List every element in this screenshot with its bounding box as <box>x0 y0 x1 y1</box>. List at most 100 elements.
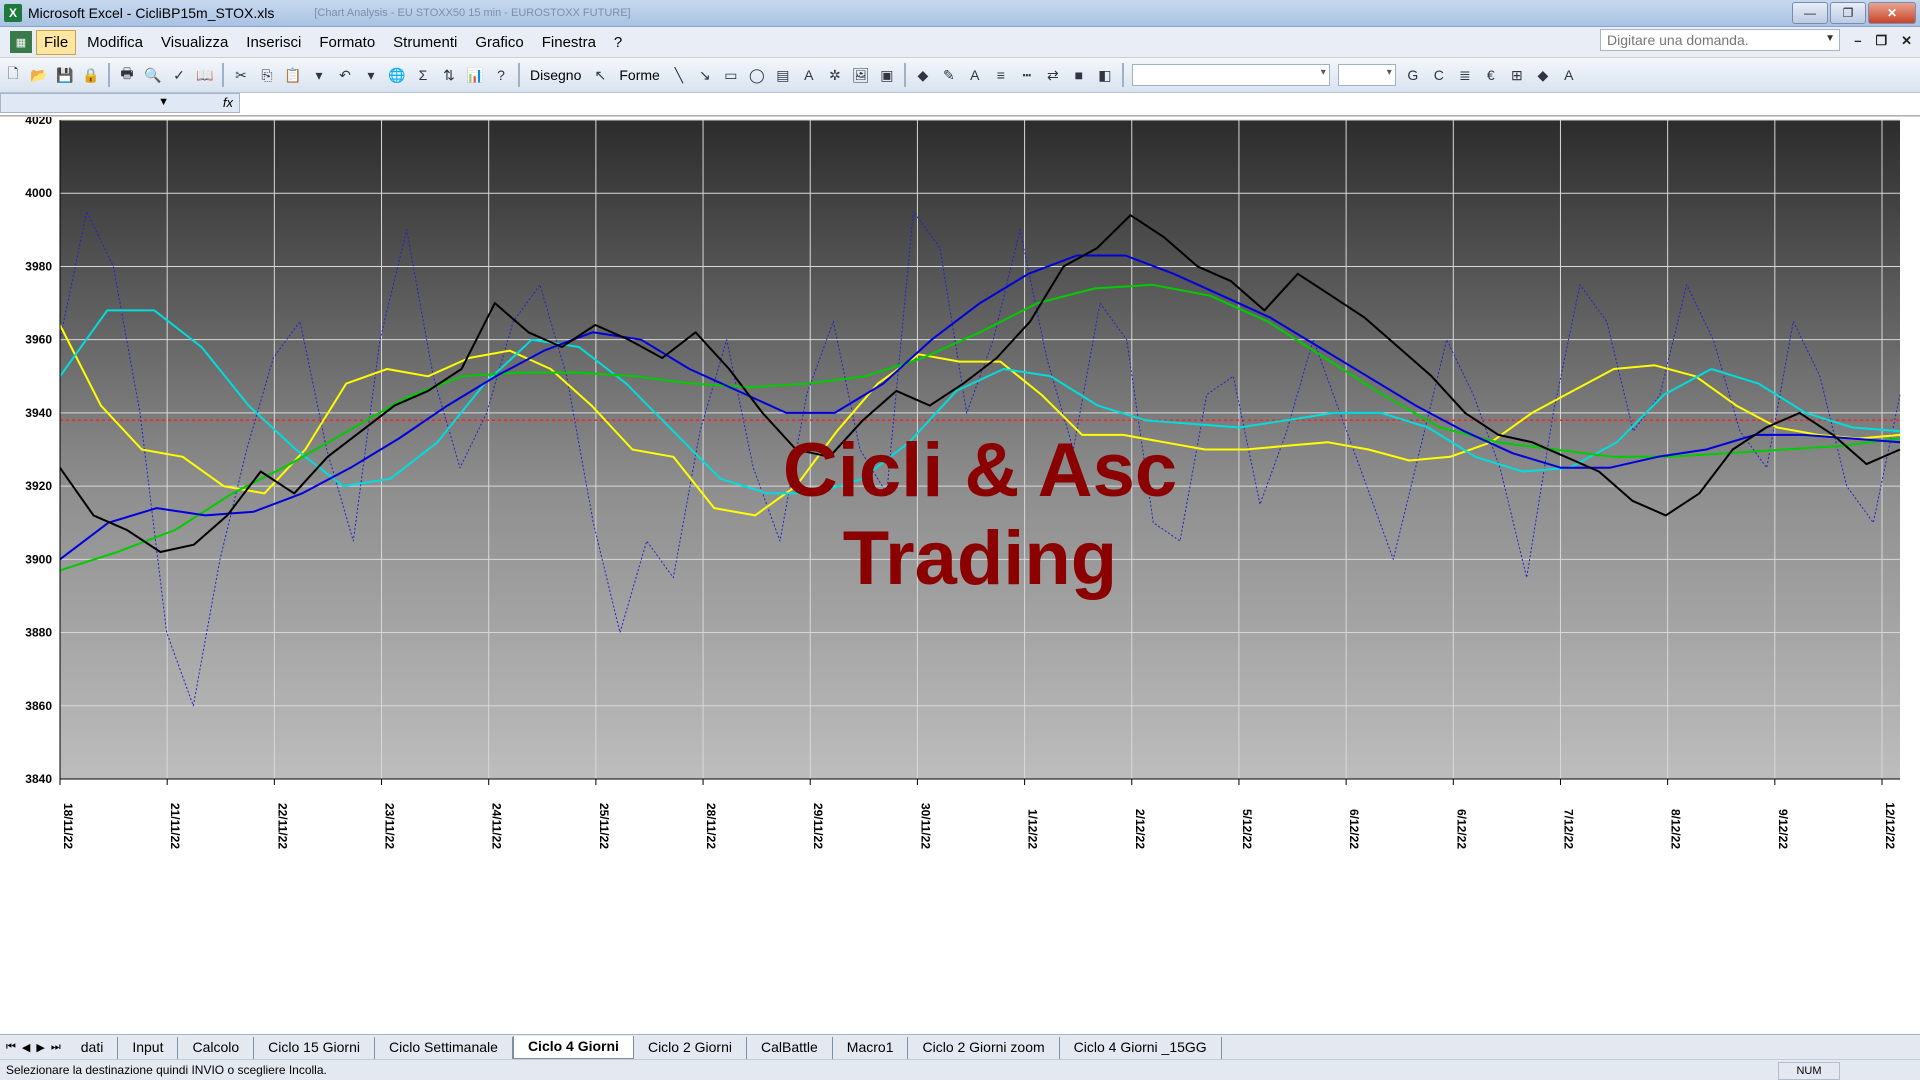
draw-menu-button[interactable]: Disegno <box>524 67 587 83</box>
sort-icon[interactable]: ⇅ <box>438 64 460 86</box>
arrow-tool-icon[interactable]: ↘ <box>694 64 716 86</box>
permission-icon[interactable]: 🔒 <box>80 64 102 86</box>
borders-icon[interactable]: ⊞ <box>1506 64 1528 86</box>
toolbar-separator <box>108 63 110 87</box>
oval-tool-icon[interactable]: ◯ <box>746 64 768 86</box>
print-icon[interactable]: 🖶 <box>116 64 138 86</box>
x-tick-label: 9/12/22 <box>1776 809 1790 849</box>
prev-sheet-icon[interactable]: ◀ <box>22 1041 30 1054</box>
dash-style-icon[interactable]: ┅ <box>1016 64 1038 86</box>
wordart-icon[interactable]: A <box>798 64 820 86</box>
menu-help[interactable]: ? <box>607 31 629 54</box>
tab-ciclo-settimanale[interactable]: Ciclo Settimanale <box>375 1037 513 1059</box>
workbook-close-icon[interactable]: ✕ <box>1901 33 1912 49</box>
research-icon[interactable]: 📖 <box>194 64 216 86</box>
tab-calcolo[interactable]: Calcolo <box>178 1037 255 1059</box>
workbook-restore-icon[interactable]: ❐ <box>1875 33 1887 49</box>
autoshapes-menu-button[interactable]: Forme <box>613 67 665 83</box>
chart-area[interactable]: 3840 3860 3880 3900 3920 3940 3960 3980 4000 4020… <box>0 117 1920 1034</box>
font-color-icon[interactable]: A <box>964 64 986 86</box>
price-chart[interactable]: 3840 3860 3880 3900 3920 3940 3960 3980 4000 4020… <box>0 117 1920 1034</box>
picture-icon[interactable]: ▣ <box>876 64 898 86</box>
autosum-icon[interactable]: Σ <box>412 64 434 86</box>
bold-icon[interactable]: G <box>1402 64 1424 86</box>
chevron-down-icon[interactable]: ▼ <box>1825 33 1835 44</box>
ask-question-input[interactable]: Digitare una domanda. ▼ <box>1600 29 1840 51</box>
tab-ciclo-2-giorni-zoom[interactable]: Ciclo 2 Giorni zoom <box>908 1037 1060 1059</box>
x-tick-label: 29/11/22 <box>811 803 825 849</box>
x-tick-label: 23/11/22 <box>383 803 397 849</box>
last-sheet-icon[interactable]: ⏭ <box>51 1041 61 1054</box>
title-bar: X Microsoft Excel - CicliBP15m_STOX.xls … <box>0 0 1920 27</box>
3d-icon[interactable]: ◧ <box>1094 64 1116 86</box>
text-color-icon[interactable]: A <box>1558 64 1580 86</box>
line-style-icon[interactable]: ≡ <box>990 64 1012 86</box>
tab-ciclo-2-giorni[interactable]: Ciclo 2 Giorni <box>634 1037 747 1059</box>
minimize-icon[interactable]: — <box>1792 2 1828 24</box>
workbook-controls: – ❐ ✕ <box>1854 33 1912 49</box>
print-preview-icon[interactable]: 🔍 <box>142 64 164 86</box>
standard-toolbar: 🗋 📂 💾 🔒 🖶 🔍 ✓ 📖 ✂ ⎘ 📋 ▾ ↶ ▾ 🌐 Σ ⇅ 📊 ? Di… <box>0 58 1920 93</box>
rectangle-tool-icon[interactable]: ▭ <box>720 64 742 86</box>
spelling-icon[interactable]: ✓ <box>168 64 190 86</box>
menu-visualizza[interactable]: Visualizza <box>154 31 235 54</box>
tab-ciclo-15-giorni[interactable]: Ciclo 15 Giorni <box>254 1037 375 1059</box>
line-color-icon[interactable]: ✎ <box>938 64 960 86</box>
redo-icon[interactable]: ▾ <box>360 64 382 86</box>
name-box[interactable]: ▼ fx <box>0 93 240 113</box>
textbox-tool-icon[interactable]: ▤ <box>772 64 794 86</box>
help-icon[interactable]: ? <box>490 64 512 86</box>
menu-grafico[interactable]: Grafico <box>468 31 530 54</box>
function-icon[interactable]: fx <box>223 95 233 110</box>
tab-macro1[interactable]: Macro1 <box>833 1037 909 1059</box>
fill-color-icon[interactable]: ◆ <box>912 64 934 86</box>
undo-icon[interactable]: ↶ <box>334 64 356 86</box>
save-icon[interactable]: 💾 <box>54 64 76 86</box>
arrow-style-icon[interactable]: ⇄ <box>1042 64 1064 86</box>
close-icon[interactable]: ✕ <box>1868 2 1916 24</box>
line-tool-icon[interactable]: ╲ <box>668 64 690 86</box>
menu-finestra[interactable]: Finestra <box>535 31 603 54</box>
x-tick-label: 7/12/22 <box>1561 809 1575 849</box>
y-tick-label: 4020 <box>25 117 52 127</box>
format-painter-icon[interactable]: ▾ <box>308 64 330 86</box>
new-file-icon[interactable]: 🗋 <box>2 64 24 86</box>
chevron-down-icon[interactable]: ▼ <box>158 96 169 108</box>
status-message: Selezionare la destinazione quindi INVIO… <box>6 1063 327 1077</box>
workbook-minimize-icon[interactable]: – <box>1854 33 1861 49</box>
menu-file[interactable]: File <box>36 29 77 55</box>
menu-inserisci[interactable]: Inserisci <box>239 31 308 54</box>
cut-icon[interactable]: ✂ <box>230 64 252 86</box>
x-tick-label: 30/11/22 <box>918 803 932 849</box>
shadow-icon[interactable]: ■ <box>1068 64 1090 86</box>
italic-icon[interactable]: C <box>1428 64 1450 86</box>
hyperlink-icon[interactable]: 🌐 <box>386 64 408 86</box>
x-tick-label: 8/12/22 <box>1669 809 1683 849</box>
first-sheet-icon[interactable]: ⏮ <box>6 1041 16 1054</box>
fill-bucket-icon[interactable]: ◆ <box>1532 64 1554 86</box>
diagram-icon[interactable]: ✲ <box>824 64 846 86</box>
tab-calbattle[interactable]: CalBattle <box>747 1037 833 1059</box>
tab-ciclo-4-giorni-15gg[interactable]: Ciclo 4 Giorni _15GG <box>1060 1037 1222 1059</box>
copy-icon[interactable]: ⎘ <box>256 64 278 86</box>
euro-icon[interactable]: € <box>1480 64 1502 86</box>
menu-strumenti[interactable]: Strumenti <box>386 31 464 54</box>
font-size-combo[interactable] <box>1337 64 1396 86</box>
y-tick-label: 3960 <box>25 333 52 347</box>
chart-wizard-icon[interactable]: 📊 <box>464 64 486 86</box>
maximize-icon[interactable]: ❐ <box>1830 2 1866 24</box>
align-center-icon[interactable]: ≣ <box>1454 64 1476 86</box>
workbook-icon[interactable]: ▦ <box>10 31 32 53</box>
next-sheet-icon[interactable]: ▶ <box>36 1041 44 1054</box>
tab-ciclo-4-giorni[interactable]: Ciclo 4 Giorni <box>512 1036 634 1059</box>
font-name-combo[interactable] <box>1131 64 1330 86</box>
open-folder-icon[interactable]: 📂 <box>28 64 50 86</box>
tab-input[interactable]: Input <box>118 1037 179 1059</box>
paste-icon[interactable]: 📋 <box>282 64 304 86</box>
select-pointer-icon[interactable]: ↖ <box>589 64 611 86</box>
tab-dati[interactable]: dati <box>67 1037 119 1059</box>
menu-modifica[interactable]: Modifica <box>80 31 150 54</box>
menu-formato[interactable]: Formato <box>312 31 382 54</box>
excel-app-icon[interactable]: X <box>4 4 22 22</box>
clipart-icon[interactable]: 🖼 <box>850 64 872 86</box>
